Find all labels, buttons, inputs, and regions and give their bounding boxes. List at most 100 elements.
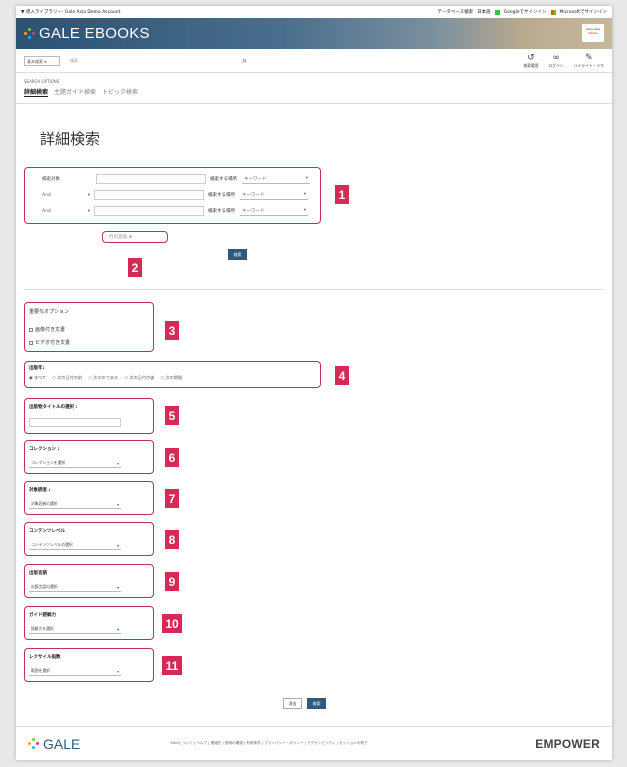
callout-1: 1 <box>335 185 349 204</box>
header-tools: ↺ 検索履歴 ∞ ログイン ✎ ハイライト・メモ <box>523 53 604 69</box>
chevron-down-icon: ▾ <box>87 192 90 198</box>
criteria-label: 検索対象 <box>42 177 60 182</box>
field-select-3[interactable]: キーワード ▾ <box>240 206 308 216</box>
section-divider <box>24 289 604 290</box>
pub-lang-value: 出版言語の選択 <box>31 584 58 589</box>
criteria-input-2[interactable] <box>94 190 204 200</box>
history-button[interactable]: ↺ 検索履歴 <box>523 53 538 69</box>
radio-before[interactable]: ○ 次の日付の前 <box>52 375 82 381</box>
callout-5: 5 <box>165 406 179 425</box>
guide-select[interactable]: 読解力を選択 ▾ <box>29 625 121 634</box>
database-search-link[interactable]: データベース検索 <box>437 9 473 15</box>
audience-label: 対象読者 : <box>29 488 51 493</box>
collection-select[interactable]: コレクションを選択 ▾ <box>29 459 121 468</box>
login-label: ログイン <box>548 62 564 68</box>
checkbox-box <box>29 327 33 332</box>
content-level-select[interactable]: コンテンツレベルの選択 ▾ <box>29 541 121 550</box>
operator-2-value: And <box>42 192 51 198</box>
chevron-down-icon: ▾ <box>117 626 119 632</box>
callout-6: 6 <box>165 448 179 467</box>
link-icon: ∞ <box>552 52 560 63</box>
chevron-down-icon: ▾ <box>305 176 308 181</box>
operator-3-value: And <box>42 208 51 214</box>
pubdate-radios: ◉ すべて ○ 次の日付の前 ○ 次の年である ○ 次の日付の後 ○ 次の期間 <box>29 375 182 381</box>
tab-subject-guide[interactable]: 主題ガイド検索 <box>54 87 96 97</box>
radio-year-label: 次の年である <box>93 375 119 380</box>
utility-bar: ▼ 導入ライブラリー: Gale Asia Demo Account データベー… <box>16 6 612 18</box>
search-button-bottom[interactable]: 検索 <box>307 698 326 709</box>
search-scope-select[interactable]: 基本検索 ▾ <box>24 55 60 66</box>
footer-brand-text: GALE <box>43 735 81 752</box>
radio-all[interactable]: ◉ すべて <box>29 375 46 381</box>
field-select-2-value: キーワード <box>242 192 265 198</box>
page-title: 詳細検索 <box>40 130 101 148</box>
pubtitle-label: 出版物タイトルの選択 : <box>29 405 78 410</box>
language-select[interactable]: 日本語 <box>477 9 491 15</box>
institution-logo-text: Gale Asia Demo <box>585 27 601 35</box>
lexile-select[interactable]: 範囲を選択 ▾ <box>29 667 121 676</box>
google-signin-link[interactable]: Googleでサインイン <box>504 9 547 15</box>
history-icon: ↺ <box>527 52 535 63</box>
search-tabs: 詳細検索 主題ガイド検索 トピック検索 <box>16 84 612 104</box>
field-select-1[interactable]: キーワード ▾ <box>242 174 310 184</box>
radio-year[interactable]: ○ 次の年である <box>88 375 118 381</box>
callout-3: 3 <box>165 321 179 340</box>
search-button-top[interactable]: 検索 <box>228 249 247 260</box>
footer-gale-logo[interactable]: GALE <box>28 736 80 752</box>
chevron-down-icon: ▾ <box>117 542 119 548</box>
checkbox-box <box>29 340 33 345</box>
criteria-row-2: And ▾ 検索する場所 キーワード ▾ <box>42 190 308 200</box>
radio-range[interactable]: ○ 次の期間 <box>160 375 182 381</box>
options-title: 重要なオプション <box>29 309 70 315</box>
guide-label: ガイド読解力 <box>29 613 56 618</box>
login-button[interactable]: ∞ ログイン <box>549 53 564 69</box>
criteria-input-1[interactable] <box>96 174 206 184</box>
operator-select-3[interactable]: And ▾ <box>42 209 94 214</box>
radio-after[interactable]: ○ 次の日付の後 <box>124 375 154 381</box>
library-label[interactable]: ▼ 導入ライブラリー: Gale Asia Demo Account <box>21 9 437 15</box>
tab-topic-search[interactable]: トピック検索 <box>102 87 138 97</box>
radio-range-label: 次の期間 <box>165 375 183 380</box>
gale-dots-icon <box>28 737 40 750</box>
add-row-link[interactable]: 行の追加 ⊕ <box>109 234 132 240</box>
callout-4: 4 <box>335 366 349 385</box>
image-docs-checkbox[interactable]: 画像付き文書 <box>29 326 65 333</box>
footer-links[interactable]: Galeについて | ヘルプ | 連絡先 | 説明の確認 | 利用条件 | プラ… <box>170 741 367 746</box>
operator-select-2[interactable]: And ▾ <box>42 193 94 198</box>
footer: GALE Galeについて | ヘルプ | 連絡先 | 説明の確認 | 利用条件… <box>16 726 612 760</box>
search-icon[interactable]: ⌕ <box>242 56 247 66</box>
history-label: 検索履歴 <box>523 62 539 68</box>
brand-text: GALE EBOOKS <box>39 25 150 42</box>
gale-ebooks-logo[interactable]: GALE EBOOKS <box>24 25 150 42</box>
field-select-3-value: キーワード <box>242 208 265 214</box>
callout-11: 11 <box>162 656 182 675</box>
where-label: 検索する場所 <box>210 177 237 182</box>
search-options-heading: SEARCH OPTIONS <box>24 79 60 84</box>
chevron-down-icon: ▾ <box>117 668 119 674</box>
audience-value: 対象読者の選択 <box>31 501 58 506</box>
search-input[interactable]: 検索 <box>66 56 216 66</box>
where-label: 検索する場所 <box>208 209 235 214</box>
clear-button[interactable]: 消去 <box>283 698 302 709</box>
radio-before-label: 次の日付の前 <box>57 375 83 380</box>
video-docs-checkbox[interactable]: ビデオ付き文書 <box>29 339 70 346</box>
criteria-input-3[interactable] <box>94 206 204 216</box>
field-select-2[interactable]: キーワード ▾ <box>240 190 308 200</box>
browser-page: ▼ 導入ライブラリー: Gale Asia Demo Account データベー… <box>16 6 612 760</box>
pub-lang-select[interactable]: 出版言語の選択 ▾ <box>29 583 121 592</box>
highlights-button[interactable]: ✎ ハイライト・メモ <box>574 53 604 69</box>
where-label: 検索する場所 <box>208 193 235 198</box>
audience-select[interactable]: 対象読者の選択 ▾ <box>29 500 121 509</box>
highlights-label: ハイライト・メモ <box>573 62 604 68</box>
callout-10: 10 <box>162 614 182 633</box>
chevron-down-icon: ▾ <box>303 208 306 213</box>
radio-after-label: 次の日付の後 <box>129 375 155 380</box>
search-scope-value: 基本検索 <box>27 58 43 64</box>
institution-logo: Gale Asia Demo <box>582 24 604 42</box>
pubtitle-input[interactable] <box>29 418 121 427</box>
chevron-down-icon: ▾ <box>117 501 119 507</box>
callout-2: 2 <box>128 258 142 277</box>
tab-advanced-search[interactable]: 詳細検索 <box>24 87 49 97</box>
microsoft-signin-link[interactable]: Microsoftでサインイン <box>560 9 607 15</box>
video-docs-label: ビデオ付き文書 <box>35 340 71 346</box>
